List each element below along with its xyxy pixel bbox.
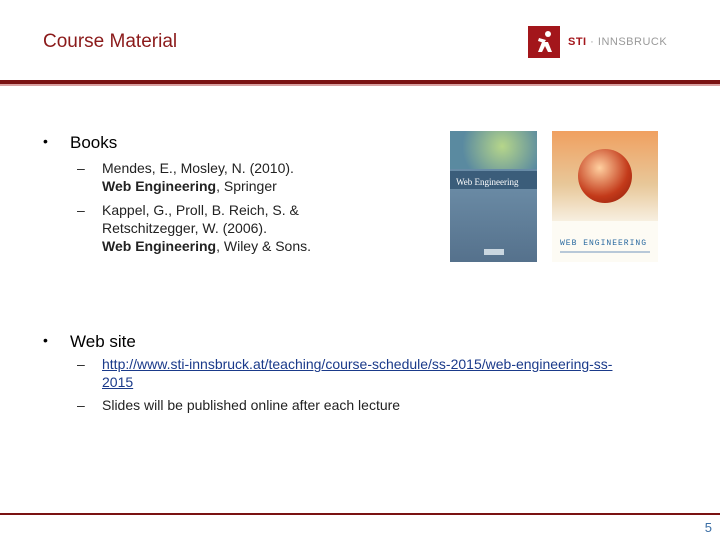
book-kappel-title: Web Engineering [102,238,217,254]
publisher-logo [484,249,504,255]
page-number: 5 [704,520,712,535]
website-note: Slides will be published online after ea… [102,397,401,413]
book-kappel-authors-1: Kappel, G., Proll, B. Reich, S. & [102,202,299,218]
website-heading: Web site [70,332,136,351]
bullet-dot: • [43,133,48,149]
book-cover-springer: Web Engineering [450,131,537,262]
header-rule-shadow [0,84,720,86]
slide-title: Course Material [43,31,178,52]
sub-dash: – [77,397,85,413]
cover-artwork [450,131,537,169]
book-mendes-publisher: , Springer [216,178,277,194]
course-url-link-cont[interactable]: 2015 [102,374,133,390]
sub-dash: – [77,202,85,218]
globe-icon [578,149,632,203]
book-mendes-authors: Mendes, E., Mosley, N. (2010). [102,160,294,176]
sti-logo-mark-icon [528,26,560,58]
book-mendes-title: Web Engineering [102,178,217,194]
book-cover-wiley: WEB ENGINEERING [552,131,658,262]
cover2-title: WEB ENGINEERING [560,239,648,248]
books-heading: Books [70,133,118,152]
sub-dash: – [77,160,85,176]
cover-rule [560,251,650,253]
footer-rule [0,513,720,515]
sub-dash: – [77,356,85,372]
book-kappel-authors-2: Retschitzegger, W. (2006). [102,220,267,236]
book-kappel-publisher: , Wiley & Sons. [216,238,312,254]
bullet-dot: • [43,332,48,348]
sti-logo-text: STI · INNSBRUCK [568,36,668,48]
course-url-link[interactable]: http://www.sti-innsbruck.at/teaching/cou… [102,356,612,372]
sti-logo: STI · INNSBRUCK [528,26,667,58]
cover1-title: Web Engineering [456,177,519,187]
